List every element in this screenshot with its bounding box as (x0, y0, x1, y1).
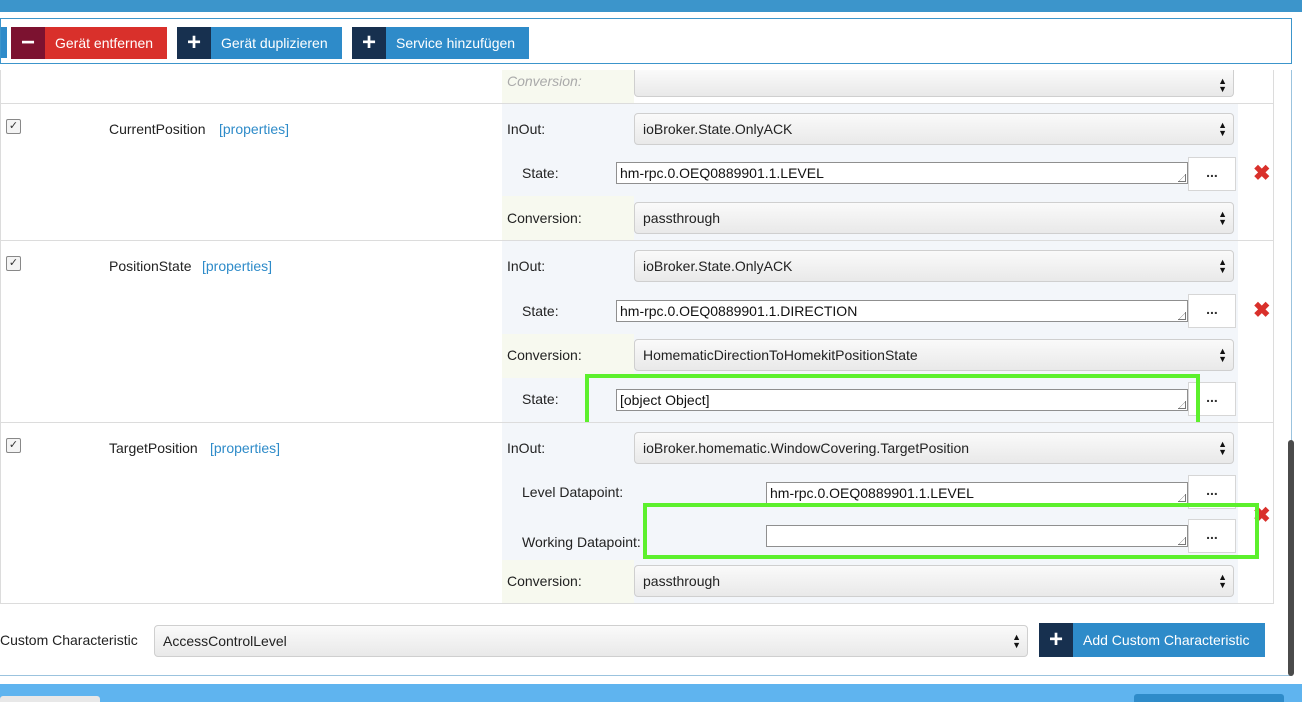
duplicate-device-label: Gerät duplizieren (221, 35, 328, 51)
add-custom-characteristic-button[interactable]: + Add Custom Characteristic (1039, 623, 1265, 657)
browse-state-button[interactable]: ... (1188, 294, 1236, 328)
remove-device-button[interactable]: − Gerät entfernen (11, 27, 168, 59)
resize-grip-icon[interactable] (1178, 494, 1186, 502)
conversion-select[interactable]: HomematicDirectionToHomekitPositionState… (634, 339, 1234, 371)
plus-icon: + (352, 27, 386, 59)
conversion-select[interactable]: ▲ ▼ (634, 70, 1234, 97)
plus-icon: + (177, 27, 211, 59)
dialog-footer (0, 684, 1302, 702)
inout-select-value: ioBroker.State.OnlyACK (643, 258, 793, 274)
enable-checkbox[interactable]: ✓ (6, 438, 21, 453)
add-service-button[interactable]: + Service hinzufügen (352, 27, 530, 59)
footer-right-button[interactable] (1134, 694, 1284, 702)
custom-characteristic-value: AccessControlLevel (163, 633, 287, 649)
footer-left-button[interactable] (0, 696, 100, 702)
highlight-box (585, 374, 1200, 428)
state-label: State: (522, 303, 559, 319)
inout-label: InOut: (507, 121, 546, 137)
add-custom-characteristic-label: Add Custom Characteristic (1083, 632, 1250, 648)
table-left-border (0, 70, 1, 604)
resize-grip-icon[interactable] (1178, 174, 1186, 182)
state-input-value: hm-rpc.0.OEQ0889901.1.LEVEL (620, 165, 824, 181)
conversion-label: Conversion: (507, 573, 582, 589)
custom-characteristic-label: Custom Characteristic (0, 632, 138, 648)
custom-characteristic-select[interactable]: AccessControlLevel ▲ ▼ (154, 625, 1028, 657)
conversion-select[interactable]: passthrough ▲ ▼ (634, 202, 1234, 234)
browse-state-button[interactable]: ... (1188, 157, 1236, 191)
select-arrows-icon: ▲ ▼ (1012, 632, 1021, 650)
conversion-select-value: passthrough (643, 573, 721, 589)
inout-select-value: ioBroker.homematic.WindowCovering.Target… (643, 440, 970, 456)
enable-checkbox[interactable]: ✓ (6, 119, 21, 134)
remove-device-label: Gerät entfernen (55, 35, 154, 51)
select-arrows-icon: ▲ ▼ (1218, 209, 1227, 227)
state-input[interactable]: hm-rpc.0.OEQ0889901.1.DIRECTION (616, 300, 1188, 322)
state-input-value: hm-rpc.0.OEQ0889901.1.DIRECTION (620, 303, 858, 319)
resize-grip-icon[interactable] (1178, 312, 1186, 320)
plus-icon: + (1039, 623, 1073, 657)
select-arrows-icon: ▲ ▼ (1218, 257, 1227, 275)
select-arrows-icon: ▲ ▼ (1218, 120, 1227, 138)
select-arrows-icon: ▲ ▼ (1218, 439, 1227, 457)
conversion-select[interactable]: passthrough ▲ ▼ (634, 565, 1234, 597)
inout-select[interactable]: ioBroker.State.OnlyACK ▲ ▼ (634, 250, 1234, 282)
device-toolbar: − Gerät entfernen + Gerät duplizieren + … (0, 18, 1292, 64)
delete-icon[interactable]: ✖ (1253, 161, 1271, 186)
enable-checkbox[interactable]: ✓ (6, 256, 21, 271)
inout-select-value: ioBroker.State.OnlyACK (643, 121, 793, 137)
duplicate-device-button[interactable]: + Gerät duplizieren (177, 27, 342, 59)
conversion-label: Conversion: (507, 210, 582, 226)
highlight-box (643, 503, 1259, 559)
state-label: State: (522, 165, 559, 181)
top-header-bar (0, 0, 1302, 12)
delete-icon[interactable]: ✖ (1253, 298, 1271, 323)
table-right-border (1273, 70, 1274, 604)
inout-label: InOut: (507, 258, 546, 274)
toolbar-left-edge (1, 27, 7, 58)
inout-label: InOut: (507, 440, 546, 456)
conversion-label: Conversion: (507, 73, 582, 89)
properties-link[interactable]: [properties] (210, 440, 280, 456)
inout-select[interactable]: ioBroker.State.OnlyACK ▲ ▼ (634, 113, 1234, 145)
conversion-select-value: passthrough (643, 210, 721, 226)
characteristic-name: PositionState (109, 258, 192, 274)
level-datapoint-value: hm-rpc.0.OEQ0889901.1.LEVEL (770, 485, 974, 501)
properties-link[interactable]: [properties] (202, 258, 272, 274)
inout-select[interactable]: ioBroker.homematic.WindowCovering.Target… (634, 432, 1234, 464)
level-datapoint-label: Level Datapoint: (522, 484, 624, 500)
select-arrows-icon: ▲ ▼ (1218, 346, 1227, 364)
select-arrows-icon: ▲ ▼ (1218, 76, 1227, 94)
level-datapoint-input[interactable]: hm-rpc.0.OEQ0889901.1.LEVEL (766, 482, 1188, 504)
vertical-scrollbar[interactable] (1288, 440, 1294, 676)
properties-link[interactable]: [properties] (219, 121, 289, 137)
characteristic-name: TargetPosition (109, 440, 198, 456)
state-input[interactable]: hm-rpc.0.OEQ0889901.1.LEVEL (616, 162, 1188, 184)
minus-icon: − (11, 27, 45, 59)
row-divider (0, 603, 1273, 604)
add-service-label: Service hinzufügen (396, 35, 516, 51)
conversion-select-value: HomematicDirectionToHomekitPositionState (643, 347, 918, 363)
conversion-label: Conversion: (507, 347, 582, 363)
conversion-state-label: State: (522, 391, 559, 407)
characteristic-name: CurrentPosition (109, 121, 206, 137)
select-arrows-icon: ▲ ▼ (1218, 572, 1227, 590)
working-datapoint-label: Working Datapoint: (522, 534, 641, 550)
